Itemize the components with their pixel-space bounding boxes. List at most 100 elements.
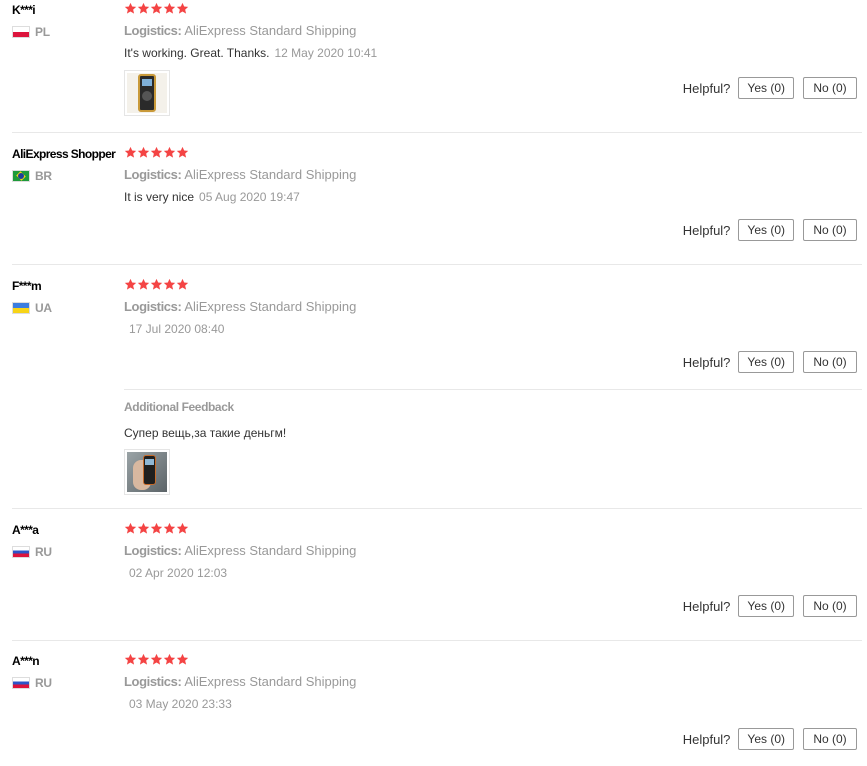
helpful-yes-button[interactable]: Yes (0) [738, 219, 794, 241]
helpful-vote: Helpful? Yes (0) No (0) [683, 77, 857, 99]
flag-ua-icon [12, 302, 30, 314]
logistics-info: Logistics: AliExpress Standard Shipping [124, 674, 862, 690]
country-code: PL [35, 25, 50, 39]
flag-ru-icon [12, 546, 30, 558]
star-icon [176, 522, 189, 535]
star-icon [124, 278, 137, 291]
star-icon [150, 278, 163, 291]
logistics-label: Logistics: [124, 543, 182, 558]
feedback-date: 02 Apr 2020 12:03 [129, 566, 228, 580]
star-icon [163, 653, 176, 666]
star-rating [124, 2, 862, 16]
star-icon [137, 146, 150, 159]
helpful-yes-button[interactable]: Yes (0) [738, 351, 794, 373]
review-item: F***m UA Logistics: AliExpress Standard … [0, 278, 862, 509]
country-code: RU [35, 545, 52, 559]
flag-br-icon [12, 170, 30, 182]
helpful-yes-button[interactable]: Yes (0) [738, 77, 794, 99]
helpful-label: Helpful? [682, 80, 731, 96]
star-rating [124, 146, 862, 160]
reviewer-info: F***m UA [12, 278, 122, 315]
review-item: K***i PL Logistics: AliExpress Standard … [0, 2, 862, 133]
helpful-label: Helpful? [682, 731, 731, 747]
country-code: RU [35, 676, 52, 690]
helpful-no-button[interactable]: No (0) [803, 728, 857, 750]
star-rating [124, 653, 862, 667]
country-code: UA [35, 301, 52, 315]
helpful-yes-button[interactable]: Yes (0) [738, 728, 794, 750]
helpful-yes-button[interactable]: Yes (0) [738, 595, 794, 617]
additional-feedback-text: Супер вещь,за такие деньгм! [124, 426, 287, 440]
helpful-no-button[interactable]: No (0) [803, 77, 857, 99]
feedback-date: 05 Aug 2020 19:47 [199, 190, 300, 204]
logistics-info: Logistics: AliExpress Standard Shipping [124, 167, 862, 183]
divider [12, 132, 862, 133]
reviewer-country: PL [12, 25, 122, 39]
feedback-line: 03 May 2020 23:33 [124, 696, 862, 712]
review-photo-thumbnail[interactable] [124, 449, 170, 495]
review-item: A***n RU Logistics: AliExpress Standard … [0, 653, 862, 763]
helpful-label: Helpful? [682, 354, 731, 370]
logistics-label: Logistics: [124, 23, 182, 38]
reviewer-name: A***a [12, 523, 39, 537]
reviewer-name: F***m [12, 279, 42, 293]
reviewer-country: UA [12, 301, 122, 315]
review-content: Logistics: AliExpress Standard Shipping … [124, 278, 862, 337]
helpful-vote: Helpful? Yes (0) No (0) [683, 595, 857, 617]
star-icon [150, 653, 163, 666]
star-icon [150, 2, 163, 15]
star-icon [137, 522, 150, 535]
logistics-label: Logistics: [124, 167, 182, 182]
star-rating [124, 278, 862, 292]
review-photo-thumbnail[interactable] [124, 70, 170, 116]
shipping-method: AliExpress Standard Shipping [184, 167, 357, 182]
flag-pl-icon [12, 26, 30, 38]
reviewer-name: A***n [12, 654, 40, 668]
star-icon [176, 146, 189, 159]
star-icon [124, 2, 137, 15]
helpful-label: Helpful? [682, 598, 731, 614]
helpful-no-button[interactable]: No (0) [803, 219, 857, 241]
reviewer-info: AliExpress Shopper BR [12, 146, 122, 183]
star-icon [163, 146, 176, 159]
feedback-line: 17 Jul 2020 08:40 [124, 321, 862, 337]
helpful-no-button[interactable]: No (0) [803, 595, 857, 617]
star-icon [163, 2, 176, 15]
device-photo-icon [127, 73, 167, 113]
shipping-method: AliExpress Standard Shipping [184, 543, 357, 558]
reviewer-name: K***i [12, 3, 36, 17]
flag-ru-icon [12, 677, 30, 689]
review-item: A***a RU Logistics: AliExpress Standard … [0, 522, 862, 641]
helpful-no-button[interactable]: No (0) [803, 351, 857, 373]
star-icon [137, 2, 150, 15]
shipping-method: AliExpress Standard Shipping [184, 299, 357, 314]
divider [124, 389, 862, 390]
star-icon [124, 522, 137, 535]
star-icon [137, 653, 150, 666]
hand-device-photo-icon [127, 452, 167, 492]
reviewer-name: AliExpress Shopper [12, 147, 116, 161]
star-icon [176, 653, 189, 666]
review-content: Logistics: AliExpress Standard Shipping … [124, 522, 862, 581]
country-code: BR [35, 169, 52, 183]
logistics-info: Logistics: AliExpress Standard Shipping [124, 543, 862, 559]
shipping-method: AliExpress Standard Shipping [184, 674, 357, 689]
helpful-vote: Helpful? Yes (0) No (0) [683, 728, 857, 750]
helpful-vote: Helpful? Yes (0) No (0) [683, 351, 857, 373]
feedback-line: 02 Apr 2020 12:03 [124, 565, 862, 581]
review-content: Logistics: AliExpress Standard Shipping … [124, 146, 862, 205]
reviewer-info: A***n RU [12, 653, 122, 690]
star-icon [163, 278, 176, 291]
star-icon [137, 278, 150, 291]
feedback-text: It's working. Great. Thanks. [124, 46, 270, 60]
star-icon [150, 146, 163, 159]
star-icon [163, 522, 176, 535]
additional-feedback: Additional Feedback Супер вещь,за такие … [124, 389, 862, 442]
star-icon [124, 146, 137, 159]
shipping-method: AliExpress Standard Shipping [184, 23, 357, 38]
divider [12, 264, 862, 265]
star-icon [150, 522, 163, 535]
reviewer-country: RU [12, 545, 122, 559]
logistics-info: Logistics: AliExpress Standard Shipping [124, 299, 862, 315]
feedback-date: 12 May 2020 10:41 [274, 46, 378, 60]
